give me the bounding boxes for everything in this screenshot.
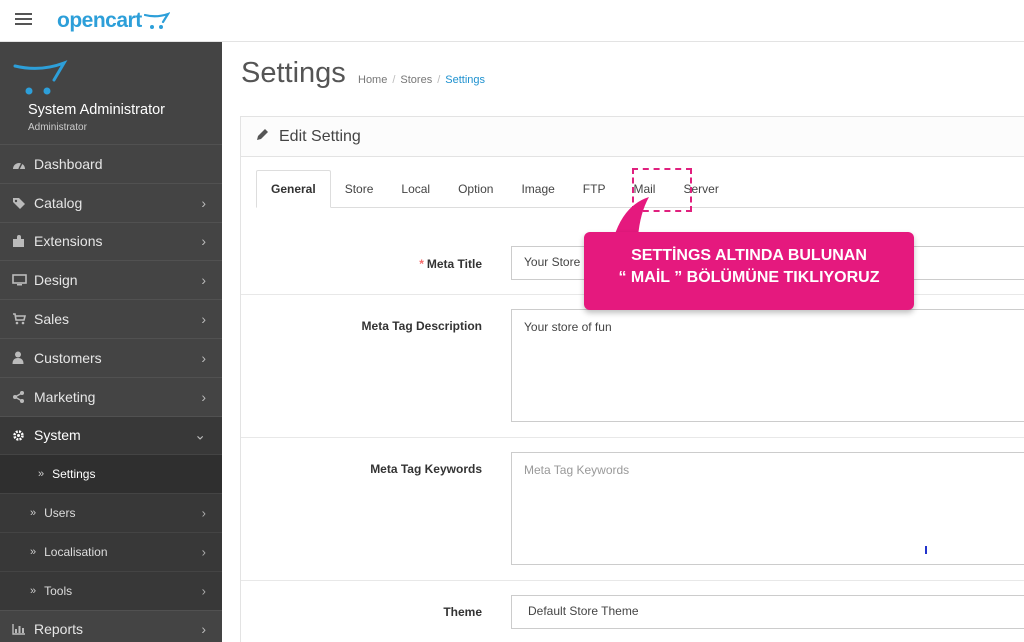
- breadcrumb-stores[interactable]: Stores: [400, 74, 432, 86]
- panel-title: Edit Setting: [279, 127, 361, 145]
- pencil-icon: [256, 128, 269, 146]
- user-icon: [12, 351, 34, 365]
- profile: System Administrator Administrator: [0, 42, 222, 144]
- sidebar-subitem-label: Tools: [44, 583, 73, 598]
- text-cursor: [925, 546, 927, 554]
- sidebar-subitem-label: Localisation: [44, 544, 108, 559]
- sidebar-subitem-settings[interactable]: » Settings: [0, 454, 222, 494]
- sidebar-item-marketing[interactable]: Marketing ›: [0, 376, 222, 416]
- meta-title-label: * Meta Title: [419, 257, 482, 271]
- breadcrumb-home[interactable]: Home: [358, 74, 387, 86]
- profile-name[interactable]: System Administrator: [28, 102, 165, 118]
- sidebar-subitem-label: Settings: [52, 467, 96, 482]
- tab-store[interactable]: Store: [331, 170, 388, 208]
- bar-chart-icon: [12, 623, 34, 636]
- chevron-right-icon: ›: [201, 194, 206, 211]
- sidebar-subitem-tools[interactable]: » Tools ›: [0, 570, 222, 610]
- double-chevron-icon: »: [30, 545, 37, 558]
- tab-local[interactable]: Local: [387, 170, 444, 208]
- chevron-right-icon: ›: [201, 388, 206, 405]
- page-title: Settings: [241, 57, 346, 89]
- meta-keywords-textarea[interactable]: Meta Tag Keywords: [511, 452, 1024, 565]
- double-chevron-icon: »: [30, 584, 37, 597]
- dashboard-icon: [12, 158, 34, 170]
- hamburger-icon[interactable]: [15, 13, 32, 27]
- meta-description-textarea[interactable]: Your store of fun: [511, 309, 1024, 422]
- opencart-logo[interactable]: opencart: [57, 8, 170, 34]
- gear-icon: [12, 429, 34, 442]
- chevron-right-icon: ›: [201, 583, 206, 599]
- main-content: Settings Home / Stores / Settings Edit Setti…: [222, 42, 1024, 642]
- sidebar-item-label: Marketing: [34, 388, 96, 405]
- tags-icon: [12, 197, 34, 209]
- form-row-meta-description: Meta Tag Description Your store of fun: [241, 294, 1024, 437]
- tab-general[interactable]: General: [256, 170, 331, 208]
- profile-role: Administrator: [28, 122, 87, 133]
- double-chevron-icon: »: [38, 468, 45, 481]
- theme-label: Theme: [443, 605, 482, 619]
- sidebar-item-label: Catalog: [34, 194, 83, 211]
- sidebar-subitem-label: Users: [44, 506, 76, 521]
- sidebar: System Administrator Administrator Dashb…: [0, 42, 222, 642]
- double-chevron-icon: »: [30, 507, 37, 520]
- sidebar-item-label: Design: [34, 272, 78, 289]
- sidebar-item-label: Sales: [34, 311, 70, 328]
- puzzle-icon: [12, 234, 34, 248]
- tab-image[interactable]: Image: [507, 170, 568, 208]
- chevron-right-icon: ›: [201, 544, 206, 560]
- chevron-right-icon: ›: [201, 349, 206, 366]
- sidebar-item-catalog[interactable]: Catalog ›: [0, 182, 222, 222]
- share-icon: [12, 390, 34, 403]
- callout-line-2: “ MAİL ” BÖLÜMÜNE TIKLIYORUZ: [618, 269, 880, 286]
- sidebar-item-label: System: [34, 427, 81, 444]
- cart-logo-icon: [13, 60, 68, 95]
- sidebar-item-reports[interactable]: Reports ›: [0, 609, 222, 642]
- sidebar-item-sales[interactable]: Sales ›: [0, 299, 222, 338]
- panel-heading: Edit Setting: [241, 117, 1024, 157]
- callout-line-1: SETTİNGS ALTINDA BULUNAN: [631, 247, 867, 264]
- sidebar-item-label: Reports: [34, 621, 84, 638]
- cart-icon: [12, 313, 34, 325]
- sidebar-item-label: Dashboard: [34, 155, 103, 172]
- sidebar-item-design[interactable]: Design ›: [0, 260, 222, 299]
- theme-select[interactable]: Default Store Theme: [511, 595, 1024, 629]
- form-row-meta-keywords: Meta Tag Keywords Meta Tag Keywords: [241, 437, 1024, 580]
- sidebar-item-system[interactable]: System ⌄: [0, 415, 222, 455]
- instruction-callout: SETTİNGS ALTINDA BULUNAN “ MAİL ” BÖLÜMÜ…: [584, 232, 914, 310]
- breadcrumb-settings[interactable]: Settings: [445, 74, 485, 86]
- meta-keywords-label: Meta Tag Keywords: [370, 462, 482, 476]
- chevron-right-icon: ›: [201, 272, 206, 289]
- cart-logo-icon: [143, 12, 170, 29]
- chevron-right-icon: ›: [201, 505, 206, 521]
- sidebar-item-extensions[interactable]: Extensions ›: [0, 221, 222, 261]
- breadcrumb: Home / Stores / Settings: [358, 74, 486, 86]
- sidebar-subitem-users[interactable]: » Users ›: [0, 493, 222, 532]
- chevron-right-icon: ›: [201, 311, 206, 328]
- meta-description-label: Meta Tag Description: [361, 319, 482, 333]
- chevron-right-icon: ›: [201, 621, 206, 638]
- tab-option[interactable]: Option: [444, 170, 507, 208]
- sidebar-item-customers[interactable]: Customers ›: [0, 337, 222, 377]
- sidebar-item-label: Customers: [34, 349, 102, 366]
- sidebar-item-dashboard[interactable]: Dashboard: [0, 144, 222, 183]
- monitor-icon: [12, 274, 34, 286]
- chevron-down-icon: ⌄: [194, 426, 206, 443]
- top-header: opencart: [0, 0, 1024, 42]
- chevron-right-icon: ›: [201, 233, 206, 250]
- sidebar-item-label: Extensions: [34, 233, 103, 250]
- sidebar-subitem-localisation[interactable]: » Localisation ›: [0, 531, 222, 571]
- form-row-theme: Theme Default Store Theme: [241, 580, 1024, 642]
